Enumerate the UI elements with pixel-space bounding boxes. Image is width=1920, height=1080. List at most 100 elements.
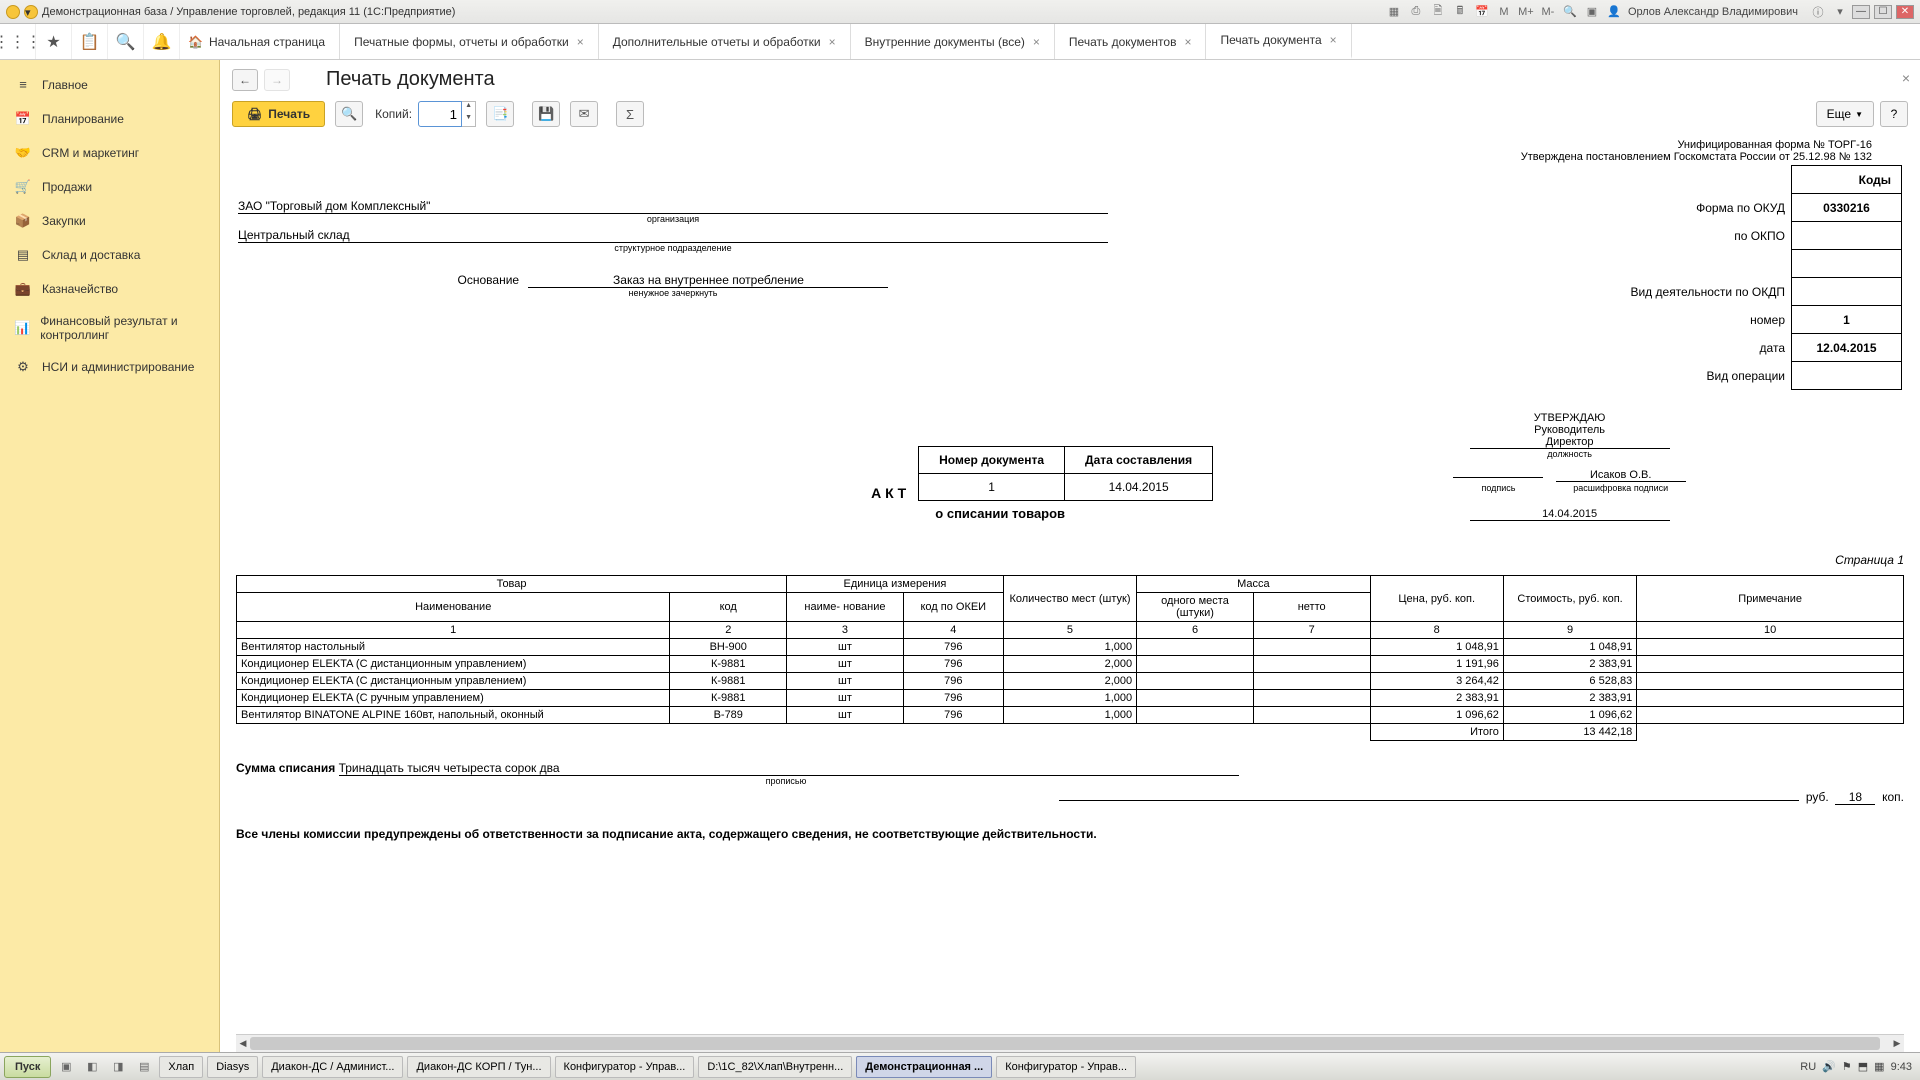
- taskbar-item[interactable]: Хлап: [159, 1056, 203, 1078]
- tray-icon-4[interactable]: ▦: [1874, 1060, 1884, 1073]
- scroll-left-arrow[interactable]: ◀: [236, 1035, 250, 1052]
- cell-net: [1253, 690, 1370, 707]
- okpo-value: [1792, 222, 1902, 250]
- search-icon[interactable]: 🔍: [108, 24, 144, 59]
- wallet-icon: 💼: [14, 280, 32, 298]
- tab-label: Печать документов: [1069, 35, 1177, 49]
- toolbar-icon-m1[interactable]: M: [1496, 4, 1512, 20]
- sidebar-item-main[interactable]: ≡Главное: [0, 68, 219, 102]
- start-button[interactable]: Пуск: [4, 1056, 51, 1078]
- position-caption: должность: [1237, 449, 1902, 459]
- toolbar-icon-1[interactable]: ▦: [1386, 4, 1402, 20]
- tab-internal-docs[interactable]: Внутренние документы (все) ×: [851, 24, 1055, 59]
- toolbar-icon-doc[interactable]: 🗎: [1430, 4, 1446, 20]
- tab-print-forms[interactable]: Печатные формы, отчеты и обработки ×: [340, 24, 599, 59]
- toolbar-icon-m3[interactable]: M-: [1540, 4, 1556, 20]
- copies-input[interactable]: [418, 101, 462, 127]
- more-button[interactable]: Еще ▼: [1816, 101, 1874, 127]
- sidebar-item-warehouse[interactable]: ▤Склад и доставка: [0, 238, 219, 272]
- horizontal-scrollbar[interactable]: ◀ ▶: [236, 1034, 1904, 1052]
- toolbar-icon-m2[interactable]: M+: [1518, 4, 1534, 20]
- tray-icon-3[interactable]: ⬒: [1858, 1060, 1868, 1073]
- close-page-button[interactable]: ×: [1902, 70, 1910, 86]
- copies-spinner[interactable]: ▲▼: [462, 101, 476, 127]
- apps-icon[interactable]: ⋮⋮⋮: [0, 24, 36, 59]
- clock[interactable]: 9:43: [1891, 1061, 1912, 1073]
- sidebar-item-nsi[interactable]: ⚙НСИ и администрирование: [0, 350, 219, 384]
- toolbar-icon-calc[interactable]: 🖩: [1452, 4, 1468, 20]
- user-name[interactable]: Орлов Александр Владимирович: [1628, 6, 1798, 18]
- maximize-button[interactable]: ☐: [1874, 5, 1892, 19]
- scroll-thumb[interactable]: [250, 1037, 1880, 1050]
- cell-okei: 796: [903, 656, 1003, 673]
- taskbar-item[interactable]: Конфигуратор - Управ...: [555, 1056, 695, 1078]
- sidebar-item-treasury[interactable]: 💼Казначейство: [0, 272, 219, 306]
- close-window-button[interactable]: ✕: [1896, 5, 1914, 19]
- sidebar-item-planning[interactable]: 📅Планирование: [0, 102, 219, 136]
- ql-icon-2[interactable]: ◧: [81, 1056, 103, 1078]
- save-button[interactable]: 💾: [532, 101, 560, 127]
- title-bar: ▾ Демонстрационная база / Управление тор…: [0, 0, 1920, 24]
- taskbar-item[interactable]: Diasys: [207, 1056, 258, 1078]
- col-number: 7: [1253, 622, 1370, 639]
- toolbar-icon-print[interactable]: ⎙: [1408, 4, 1424, 20]
- sum-caption: прописью: [336, 776, 1236, 786]
- clipboard-icon[interactable]: 📋: [72, 24, 108, 59]
- taskbar-item[interactable]: Конфигуратор - Управ...: [996, 1056, 1136, 1078]
- taskbar-item[interactable]: D:\1C_82\Хлап\Внутренн...: [698, 1056, 852, 1078]
- ql-icon-3[interactable]: ◨: [107, 1056, 129, 1078]
- close-icon[interactable]: ×: [829, 35, 836, 49]
- menu-icon: ≡: [14, 76, 32, 94]
- toolbar-icon-zoom[interactable]: 🔍: [1562, 4, 1578, 20]
- sidebar-item-finance[interactable]: 📊Финансовый результат и контроллинг: [0, 306, 219, 350]
- scroll-right-arrow[interactable]: ▶: [1890, 1035, 1904, 1052]
- help-button[interactable]: ?: [1880, 101, 1908, 127]
- sidebar-item-crm[interactable]: 🤝CRM и маркетинг: [0, 136, 219, 170]
- bell-icon[interactable]: 🔔: [144, 24, 180, 59]
- close-icon[interactable]: ×: [577, 35, 584, 49]
- taskbar-item[interactable]: Демонстрационная ...: [856, 1056, 992, 1078]
- nav-forward-button[interactable]: →: [264, 69, 290, 91]
- page-marker: Страница 1: [236, 553, 1904, 567]
- lang-indicator[interactable]: RU: [1800, 1061, 1816, 1073]
- approve-label: УТВЕРЖДАЮ: [1237, 412, 1902, 424]
- tab-print-documents[interactable]: Печать документов ×: [1055, 24, 1207, 59]
- cell-note: [1637, 656, 1904, 673]
- print-button[interactable]: 🖨 Печать: [232, 101, 325, 127]
- head-name: Исаков О.В.: [1556, 469, 1686, 482]
- info-icon[interactable]: ⓘ: [1810, 4, 1826, 20]
- head-label: Руководитель: [1237, 424, 1902, 436]
- app-menu-icon[interactable]: ▾: [24, 5, 38, 19]
- preview-button[interactable]: 🔍: [335, 101, 363, 127]
- close-icon[interactable]: ×: [1033, 35, 1040, 49]
- sidebar-item-sales[interactable]: 🛒Продажи: [0, 170, 219, 204]
- settings-button[interactable]: 📑: [486, 101, 514, 127]
- tab-print-document[interactable]: Печать документа ×: [1206, 24, 1351, 59]
- document-viewport[interactable]: ЗАО "Торговый дом Комплексный" организац…: [220, 137, 1920, 1034]
- mail-button[interactable]: ✉: [570, 101, 598, 127]
- tab-home[interactable]: 🏠 Начальная страница: [180, 24, 340, 59]
- home-icon: 🏠: [188, 35, 203, 49]
- th-qty: Количество мест (штук): [1003, 576, 1136, 622]
- toolbar-icon-cal[interactable]: 📅: [1474, 4, 1490, 20]
- ql-icon-4[interactable]: ▤: [133, 1056, 155, 1078]
- minimize-button[interactable]: —: [1852, 5, 1870, 19]
- tab-additional-reports[interactable]: Дополнительные отчеты и обработки ×: [599, 24, 851, 59]
- taskbar-item[interactable]: Диакон-ДС / Админист...: [262, 1056, 403, 1078]
- taskbar-item[interactable]: Диакон-ДС КОРП / Тун...: [407, 1056, 550, 1078]
- tray-icon-2[interactable]: ⚑: [1842, 1060, 1852, 1073]
- close-icon[interactable]: ×: [1184, 35, 1191, 49]
- th-mass: Масса: [1137, 576, 1370, 593]
- col-number: 9: [1503, 622, 1636, 639]
- tray-icon-1[interactable]: 🔊: [1822, 1060, 1836, 1073]
- akt-subtitle: о списании товаров: [785, 506, 1215, 521]
- dropdown-icon[interactable]: ▾: [1832, 4, 1848, 20]
- toolbar-icon-panel[interactable]: ▣: [1584, 4, 1600, 20]
- close-icon[interactable]: ×: [1330, 33, 1337, 47]
- nav-back-button[interactable]: ←: [232, 69, 258, 91]
- cell-name: Кондиционер ELEKTA (С дистанционным упра…: [237, 673, 670, 690]
- ql-icon-1[interactable]: ▣: [55, 1056, 77, 1078]
- sidebar-item-purchases[interactable]: 📦Закупки: [0, 204, 219, 238]
- sum-button[interactable]: Σ: [616, 101, 644, 127]
- star-icon[interactable]: ★: [36, 24, 72, 59]
